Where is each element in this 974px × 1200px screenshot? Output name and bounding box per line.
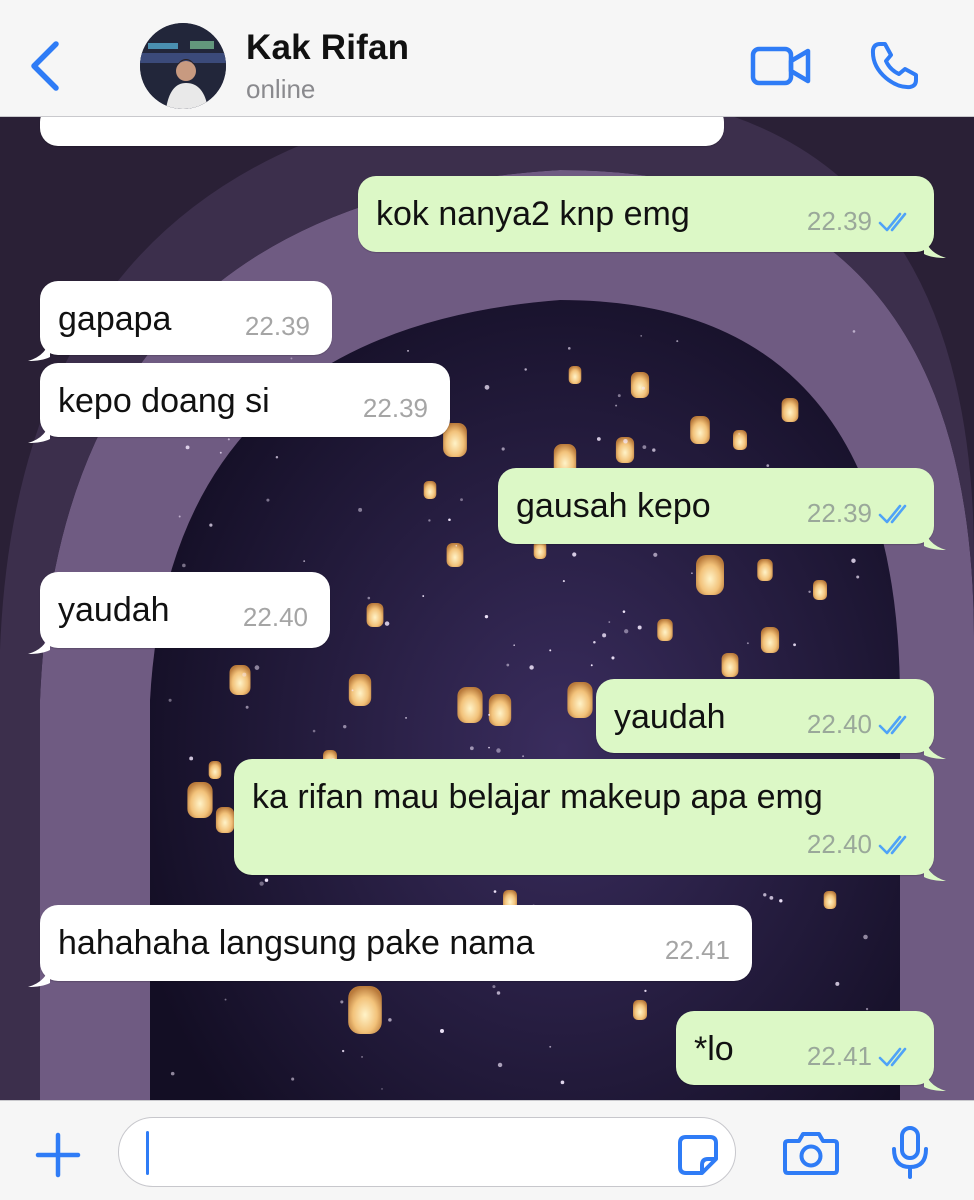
- outgoing-message-bubble[interactable]: *lo 22.41: [676, 1011, 946, 1091]
- incoming-message-bubble[interactable]: nama22.39: [40, 116, 724, 146]
- message-text: gausah kepo: [516, 487, 711, 525]
- message-time: 22.40: [242, 602, 308, 632]
- outgoing-message-bubble[interactable]: yaudah 22.40: [596, 679, 946, 759]
- outgoing-message-bubble[interactable]: gausah kepo 22.39: [498, 468, 946, 550]
- bubble-tail: [924, 1061, 946, 1091]
- sticker-button[interactable]: [676, 1133, 720, 1177]
- contact-status: online: [246, 74, 316, 104]
- message-time: 22.39: [362, 393, 428, 423]
- bubble-tail: [924, 520, 946, 550]
- plus-icon: [35, 1132, 81, 1178]
- message-meta: 22.39: [363, 393, 428, 424]
- contact-name[interactable]: Kak Rifan: [246, 28, 409, 68]
- message-time: 22.40: [806, 829, 872, 859]
- message-text: gapapa: [58, 300, 172, 338]
- contact-avatar[interactable]: [140, 23, 226, 109]
- message-text: ka rifan mau belajar makeup apa emg: [252, 778, 823, 816]
- sticker-icon: [678, 1135, 718, 1175]
- read-receipt-icon: [878, 1047, 907, 1066]
- message-time: 22.39: [244, 311, 310, 341]
- bubble-tail: [28, 957, 50, 987]
- read-receipt-icon: [878, 212, 907, 231]
- voice-note-button[interactable]: [890, 1125, 930, 1181]
- chat-screen: Kak Rifan online nama22.39 kok nanya2 knp…: [0, 0, 974, 1200]
- message-time: 22.39: [637, 116, 702, 123]
- message-meta: 22.41: [807, 1041, 912, 1072]
- message-input-bar: [0, 1100, 974, 1200]
- incoming-message-bubble[interactable]: gapapa 22.39: [28, 281, 332, 361]
- message-meta: 22.39: [807, 498, 912, 529]
- bubble-tail: [28, 624, 50, 654]
- message-meta: 22.40: [807, 709, 912, 740]
- incoming-message-bubble[interactable]: yaudah 22.40: [28, 572, 330, 654]
- text-cursor: [146, 1131, 149, 1175]
- bubble-tail: [28, 331, 50, 361]
- camera-icon: [783, 1132, 839, 1175]
- attach-button[interactable]: [34, 1131, 82, 1179]
- voice-call-button[interactable]: [868, 40, 920, 92]
- message-meta: 22.40: [243, 602, 308, 633]
- message-time: 22.41: [664, 935, 730, 965]
- back-button[interactable]: [26, 38, 66, 94]
- message-time: 22.40: [806, 709, 872, 739]
- incoming-message-bubble[interactable]: kepo doang si 22.39: [28, 363, 450, 443]
- message-text: yaudah: [58, 591, 170, 629]
- chat-header: Kak Rifan online: [0, 0, 974, 117]
- read-receipt-icon: [878, 835, 907, 854]
- message-text: kok nanya2 knp emg: [376, 195, 690, 233]
- message-time: 22.39: [806, 498, 872, 528]
- outgoing-message-bubble[interactable]: ka rifan mau belajar makeup apa emg 22.40: [234, 759, 946, 881]
- message-text: yaudah: [614, 698, 726, 736]
- message-time: 22.39: [806, 206, 872, 236]
- message-meta: 22.40: [807, 829, 912, 860]
- message-time: 22.41: [806, 1041, 872, 1071]
- message-input[interactable]: [118, 1117, 736, 1187]
- message-meta: 22.39: [245, 311, 310, 342]
- bubble-tail: [924, 729, 946, 759]
- read-receipt-icon: [878, 715, 907, 734]
- microphone-icon: [892, 1126, 928, 1179]
- video-camera-icon: [750, 46, 811, 86]
- incoming-message-bubble[interactable]: hahahaha langsung pake nama 22.41: [28, 905, 752, 987]
- message-meta: 22.41: [665, 935, 730, 966]
- bubble-tail: [924, 228, 946, 258]
- message-text: *lo: [694, 1030, 734, 1068]
- chevron-left-icon: [31, 41, 59, 91]
- phone-icon: [870, 42, 918, 90]
- message-list: nama22.39 kok nanya2 knp emg 22.39 gapapa 22…: [0, 116, 974, 1100]
- camera-button[interactable]: [782, 1129, 840, 1177]
- message-meta: 22.39: [807, 206, 912, 237]
- bubble-tail: [28, 413, 50, 443]
- read-receipt-icon: [878, 504, 907, 523]
- message-meta: 22.39: [637, 116, 702, 123]
- message-text: hahahaha langsung pake nama: [58, 924, 535, 962]
- outgoing-message-bubble[interactable]: kok nanya2 knp emg 22.39: [358, 176, 946, 258]
- bubble-tail: [924, 851, 946, 881]
- message-text: kepo doang si: [58, 382, 270, 420]
- video-call-button[interactable]: [750, 44, 812, 88]
